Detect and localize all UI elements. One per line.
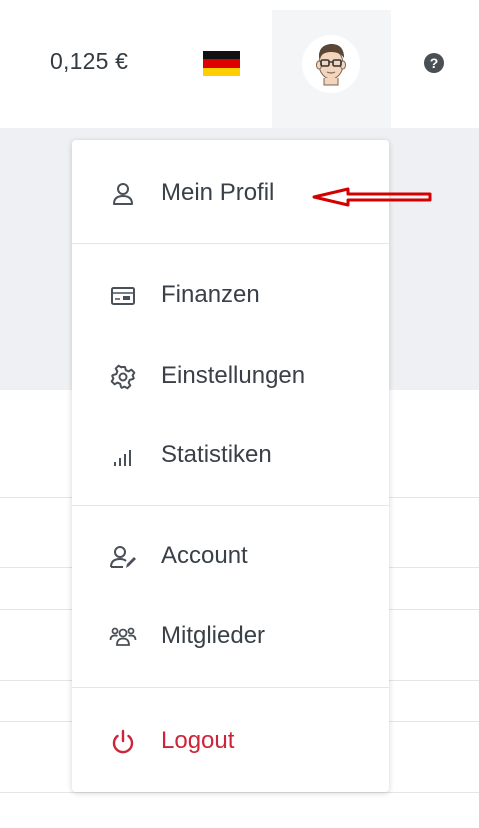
menu-item-mitglieder[interactable]: Mitglieder bbox=[72, 609, 389, 665]
menu-item-label: Statistiken bbox=[161, 441, 272, 468]
annotation-arrow-icon bbox=[312, 187, 432, 207]
user-icon bbox=[109, 180, 137, 208]
gear-icon bbox=[109, 363, 137, 391]
user-avatar-icon bbox=[302, 35, 360, 93]
power-icon bbox=[109, 728, 137, 756]
menu-item-account[interactable]: Account bbox=[72, 529, 389, 585]
menu-item-label: Finanzen bbox=[161, 281, 260, 308]
user-edit-icon bbox=[109, 543, 137, 571]
menu-item-einstellungen[interactable]: Einstellungen bbox=[72, 349, 389, 405]
user-menu-toggle[interactable] bbox=[272, 10, 391, 128]
menu-item-label: Logout bbox=[161, 727, 235, 754]
menu-item-finanzen[interactable]: Finanzen bbox=[72, 268, 389, 324]
bar-chart-icon bbox=[109, 442, 137, 470]
menu-item-label: Einstellungen bbox=[161, 362, 306, 389]
menu-item-label: Mein Profil bbox=[161, 179, 275, 206]
menu-divider bbox=[72, 505, 389, 506]
user-dropdown-menu: Mein Profil Finanzen Einstellungen Stati… bbox=[72, 140, 389, 792]
menu-divider bbox=[72, 243, 389, 244]
help-icon[interactable]: ? bbox=[424, 53, 444, 73]
menu-item-label: Mitglieder bbox=[161, 622, 266, 649]
account-balance: 0,125 € bbox=[50, 48, 129, 74]
menu-divider bbox=[72, 687, 389, 688]
germany-flag-icon[interactable] bbox=[203, 51, 240, 77]
table-row-divider bbox=[0, 792, 479, 793]
wallet-card-icon bbox=[109, 282, 137, 310]
menu-item-statistiken[interactable]: Statistiken bbox=[72, 428, 389, 484]
menu-item-label: Account bbox=[161, 542, 248, 569]
users-group-icon bbox=[109, 623, 137, 651]
top-bar: 0,125 € ? bbox=[0, 0, 479, 128]
menu-item-logout[interactable]: Logout bbox=[72, 714, 389, 770]
